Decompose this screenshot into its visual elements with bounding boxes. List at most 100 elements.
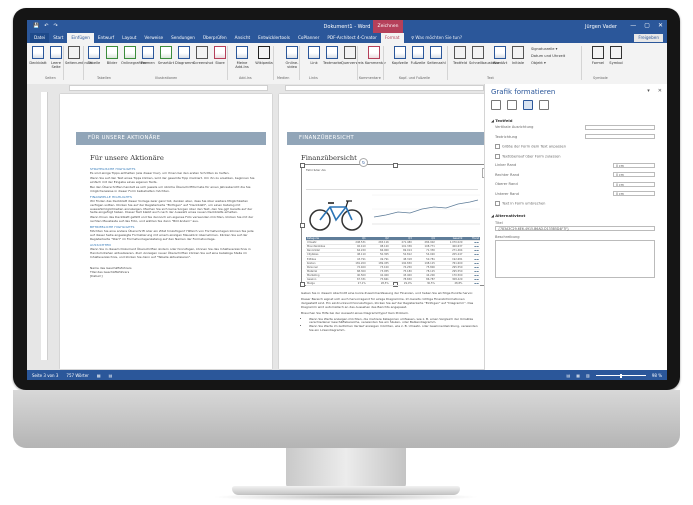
tab-verweise[interactable]: Verweise bbox=[140, 33, 167, 43]
tab-layout[interactable]: Layout bbox=[118, 33, 140, 43]
paragraph: Wir finden das Deckblatt dieser Vorlage … bbox=[90, 198, 253, 215]
page-counter[interactable]: Seite 3 von 3 bbox=[32, 373, 58, 378]
web-layout-icon[interactable]: ▥ bbox=[586, 373, 590, 378]
ribbon-button-seitenzahl[interactable]: Seitenzahl bbox=[427, 46, 446, 65]
share-button[interactable]: Freigeben bbox=[634, 34, 663, 42]
page-body[interactable]: STRATEGISCHE HIGHLIGHTS Es sind einige Ti… bbox=[90, 166, 258, 279]
ribbon-button-onlinegrafiken[interactable]: Onlinegrafiken bbox=[121, 46, 147, 65]
ribbon-button-label: Bilder bbox=[106, 61, 118, 65]
fill-line-icon[interactable] bbox=[491, 100, 501, 110]
picture-icon[interactable] bbox=[539, 100, 549, 110]
ribbon-button-smartart[interactable]: SmartArt bbox=[157, 46, 175, 65]
ribbon-button-formen[interactable]: Formen bbox=[139, 46, 157, 65]
read-mode-icon[interactable]: ▤ bbox=[566, 373, 570, 378]
ribbon-small-button[interactable]: Signaturzeile ▾ bbox=[531, 47, 557, 51]
zoom-level[interactable]: 98 % bbox=[652, 373, 662, 378]
ribbon-separator bbox=[299, 46, 300, 80]
checkbox[interactable] bbox=[495, 144, 500, 149]
status-left: Seite 3 von 3 757 Wörter ▦ ▤ bbox=[32, 373, 112, 378]
tab-datei[interactable]: Datei bbox=[30, 33, 50, 43]
alt-description-input[interactable] bbox=[495, 240, 655, 278]
ribbon-button-textmarke[interactable]: Textmarke bbox=[323, 46, 342, 65]
checkbox[interactable] bbox=[495, 153, 500, 159]
ribbon-button-diagramm[interactable]: Diagramm bbox=[175, 46, 194, 65]
layout-properties-icon[interactable] bbox=[523, 100, 533, 110]
resize-handle[interactable] bbox=[393, 163, 398, 168]
tab-coplanner[interactable]: CoPlanner bbox=[294, 33, 323, 43]
maximize-icon[interactable]: ▢ bbox=[644, 22, 650, 29]
ribbon-button-formel[interactable]: Formel bbox=[589, 46, 607, 65]
page-body[interactable]: Geben Sie in diesem Abschnitt eine kurze… bbox=[301, 291, 479, 333]
resize-handle[interactable] bbox=[300, 282, 305, 287]
margin-spinner[interactable]: 0 cm bbox=[613, 172, 655, 177]
close-pane-icon[interactable]: ✕ bbox=[658, 88, 662, 94]
checkbox[interactable] bbox=[495, 201, 500, 206]
alt-title-input[interactable]: {783A3C29-6E6-4915-B6AD-D133B5D4F7F} bbox=[495, 226, 655, 231]
ribbon-button-deckblatt[interactable]: Deckblatt bbox=[29, 46, 47, 65]
embedded-graphic[interactable]: Fahrräder AG Kategorie Q1 Q2 Q3 Q4 Gesam… bbox=[300, 163, 489, 287]
margin-spinner[interactable]: 0 cm bbox=[613, 181, 655, 187]
close-icon[interactable]: ✕ bbox=[658, 22, 663, 29]
ribbon-button-link[interactable]: Link bbox=[305, 46, 323, 65]
resize-handle[interactable] bbox=[300, 163, 305, 168]
ribbon-button-label: SmartArt bbox=[157, 61, 175, 65]
tab-überprüfen[interactable]: Überprüfen bbox=[199, 33, 231, 43]
rotate-handle-icon[interactable]: ↻ bbox=[359, 158, 368, 167]
tab-ansicht[interactable]: Ansicht bbox=[231, 33, 254, 43]
pane-menu-icon[interactable]: ▾ bbox=[647, 88, 650, 94]
word-count[interactable]: 757 Wörter bbox=[66, 373, 88, 378]
ribbon-button-tabelle[interactable]: Tabelle bbox=[85, 46, 103, 65]
paragraph: Dieser Bereich eignet sich auch hervorra… bbox=[301, 296, 474, 309]
setting-dropdown[interactable] bbox=[585, 134, 655, 139]
ribbon-button-schnellbausteine[interactable]: Schnellbausteine bbox=[469, 46, 500, 65]
margin-spinner[interactable]: 0 cm bbox=[613, 191, 655, 196]
ribbon-button-bilder[interactable]: Bilder bbox=[103, 46, 121, 65]
ribbon-button-wordart[interactable]: WordArt bbox=[491, 46, 509, 65]
print-layout-icon[interactable]: ▦ bbox=[576, 373, 580, 378]
tab-entwicklertools[interactable]: Entwicklertools bbox=[254, 33, 294, 43]
ribbon-button-label: Schnellbausteine bbox=[469, 61, 500, 65]
ribbon-small-button[interactable]: Objekt ▾ bbox=[531, 61, 546, 65]
table-cell: ▬▬ bbox=[463, 281, 480, 287]
ribbon-button-kopfzeile[interactable]: Kopfzeile bbox=[391, 46, 409, 65]
setting-label: Oberer Rand bbox=[495, 182, 518, 186]
minimize-icon[interactable]: — bbox=[630, 22, 636, 29]
ribbon-button-meine-add-ins[interactable]: Meine Add-Ins bbox=[233, 46, 251, 69]
ribbon-button-label: WordArt bbox=[492, 61, 508, 65]
tell-me-search[interactable]: ♀ Was möchten Sie tun? bbox=[411, 33, 462, 43]
proofing-icon[interactable]: ▦ bbox=[97, 373, 101, 378]
pane-setting-row: Textrichtung bbox=[495, 135, 517, 139]
ribbon-button-symbol[interactable]: Symbol bbox=[607, 46, 625, 65]
ribbon-button-screenshot[interactable]: Screenshot bbox=[193, 46, 213, 65]
graphic-mini-chart bbox=[372, 194, 480, 225]
effects-icon[interactable] bbox=[507, 100, 517, 110]
tab-sendungen[interactable]: Sendungen bbox=[167, 33, 199, 43]
format-graphic-pane: Grafik formatieren ▾ ✕ ◢ Textfeld Vertik… bbox=[484, 84, 667, 370]
page-aktionaere[interactable]: FÜR UNSERE AKTIONÄRE Für unsere Aktionär… bbox=[60, 94, 272, 369]
section-textfeld[interactable]: ◢ Textfeld bbox=[491, 118, 512, 123]
ribbon-button-fu-zeile[interactable]: Fußzeile bbox=[409, 46, 427, 65]
setting-dropdown[interactable] bbox=[585, 124, 655, 130]
resize-handle[interactable] bbox=[300, 223, 305, 228]
layout-icon[interactable]: ▤ bbox=[109, 373, 113, 378]
ribbon-button-kommentar[interactable]: Kommentar bbox=[365, 46, 386, 65]
section-alternativtext[interactable]: ◢ Alternativtext bbox=[491, 213, 525, 218]
tab-einfügen[interactable]: Einfügen bbox=[67, 33, 94, 43]
page-finanzuebersicht[interactable]: FINANZÜBERSICHT Finanzübersicht Fahrräde… bbox=[279, 94, 491, 369]
ribbon-icon bbox=[286, 46, 298, 59]
tab-format[interactable]: Format bbox=[380, 33, 404, 43]
tab-start[interactable]: Start bbox=[49, 33, 67, 43]
tab-pdf-architect-4-creator[interactable]: PDF-Architect 4-Creator bbox=[323, 33, 380, 43]
ribbon-small-button[interactable]: Datum und Uhrzeit bbox=[531, 54, 565, 58]
setting-label: Vertikale Ausrichtung bbox=[495, 125, 534, 129]
user-name[interactable]: Jürgen Vader bbox=[585, 24, 617, 30]
tab-entwurf[interactable]: Entwurf bbox=[94, 33, 118, 43]
margin-spinner[interactable]: 0 cm bbox=[613, 162, 655, 168]
ribbon-button-initiale[interactable]: Initiale bbox=[509, 46, 527, 65]
ribbon-button-wikipedia[interactable]: Wikipedia bbox=[255, 46, 273, 65]
ribbon-button-textfeld[interactable]: Textfeld bbox=[451, 46, 469, 65]
alt-title-label: Titel bbox=[495, 221, 503, 225]
ribbon-button-seitenumbruch[interactable]: Seitenumbruch bbox=[65, 46, 92, 65]
zoom-slider[interactable] bbox=[595, 373, 646, 378]
window-controls: — ▢ ✕ bbox=[630, 22, 663, 29]
